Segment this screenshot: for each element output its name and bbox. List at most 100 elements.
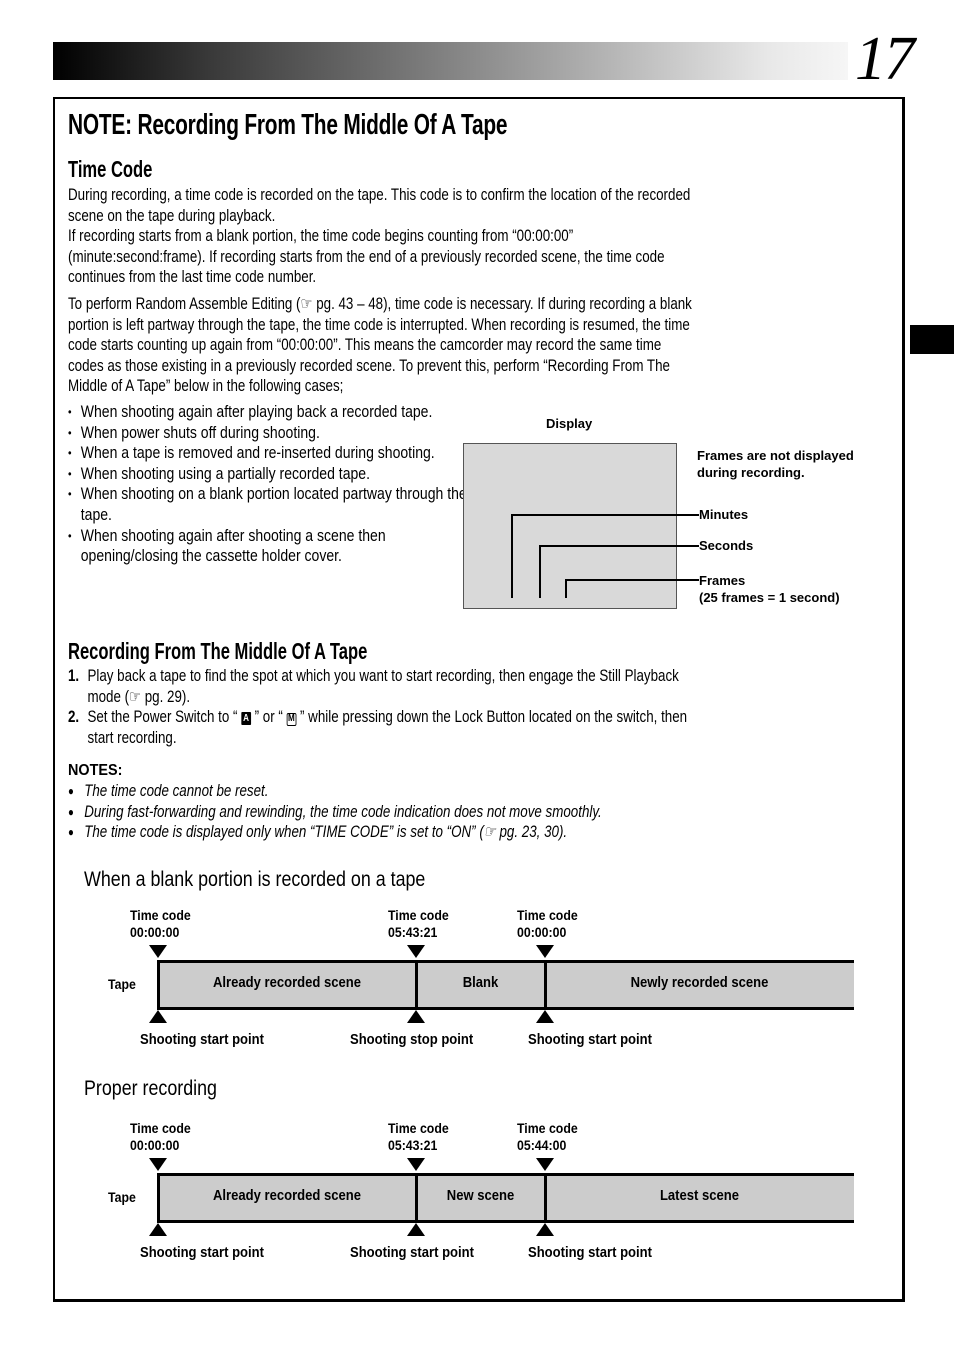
tape-label: Tape bbox=[108, 976, 136, 992]
marker-up-triangle-icon bbox=[149, 1010, 167, 1023]
time-code-label: Time code 05:43:21 bbox=[388, 907, 449, 941]
step-text: Set the Power Switch to “ bbox=[87, 708, 242, 727]
tape-label: Tape bbox=[108, 1189, 136, 1205]
note-text: The time code is displayed only when “TI… bbox=[84, 823, 484, 842]
note-text: The time code cannot be reset. bbox=[84, 782, 269, 800]
text-line: during recording. bbox=[697, 465, 805, 480]
section-tab-marker bbox=[910, 325, 954, 354]
bullet-icon: • bbox=[68, 446, 72, 461]
shooting-point-label: Shooting start point bbox=[350, 1245, 474, 1261]
time-code-value: 00:00:00 bbox=[517, 924, 567, 940]
list-item-text: When shooting on a blank portion located… bbox=[80, 485, 467, 524]
notes-list: ● The time code cannot be reset. ● During … bbox=[68, 781, 878, 843]
blank-diagram-title: When a blank portion is recorded on a ta… bbox=[84, 868, 426, 891]
page-title: NOTE: Recording From The Middle Of A Tap… bbox=[68, 109, 508, 141]
segment-divider bbox=[415, 1173, 418, 1223]
display-diagram-title: Display bbox=[546, 416, 593, 431]
step-number: 1. bbox=[68, 667, 80, 685]
list-item: • When shooting again after shooting a sc… bbox=[68, 526, 468, 567]
marker-up-triangle-icon bbox=[149, 1223, 167, 1236]
text-line: If recording starts from a blank portion… bbox=[68, 227, 574, 246]
minutes-label: Minutes bbox=[699, 507, 749, 522]
note-item: ● The time code cannot be reset. bbox=[68, 781, 878, 802]
time-code-label: Time code 05:44:00 bbox=[517, 1120, 578, 1154]
list-item: • When shooting on a blank portion locate… bbox=[68, 484, 468, 525]
list-item-text: When shooting using a partially recorded… bbox=[80, 464, 371, 483]
shooting-point-label: Shooting start point bbox=[140, 1245, 264, 1261]
list-item: • When a tape is removed and re-inserted … bbox=[68, 443, 468, 464]
tape-segment-label: Already recorded scene bbox=[213, 1188, 361, 1204]
time-code-value: 05:43:21 bbox=[388, 924, 438, 940]
bullet-icon: ● bbox=[68, 825, 74, 840]
cases-list: • When shooting again after playing back … bbox=[68, 402, 468, 567]
time-code-value: 05:43:21 bbox=[388, 1137, 438, 1153]
frames-leader-line bbox=[565, 579, 699, 581]
bullet-icon: • bbox=[68, 425, 72, 440]
bullet-icon: • bbox=[68, 466, 72, 481]
list-item-text: When power shuts off during shooting. bbox=[80, 423, 320, 442]
marker-up-triangle-icon bbox=[536, 1010, 554, 1023]
text-line: To perform Random Assemble Editing (☞ pg… bbox=[68, 294, 886, 315]
page-reference-icon: ☞ bbox=[483, 823, 496, 842]
step-text: start recording. bbox=[87, 728, 177, 747]
text-line: Frames are not displayed bbox=[697, 448, 854, 463]
time-code-heading: Time Code bbox=[68, 156, 153, 182]
bullet-icon: • bbox=[68, 528, 72, 543]
marker-down-triangle-icon bbox=[407, 945, 425, 958]
frames-leader-line-vertical bbox=[565, 579, 567, 598]
text-line: continues from the last time code number… bbox=[68, 268, 317, 287]
marker-down-triangle-icon bbox=[149, 1158, 167, 1171]
segment-divider bbox=[157, 960, 160, 1010]
list-item-text: When shooting again after shooting a sce… bbox=[80, 526, 386, 566]
auto-mode-icon: A bbox=[241, 712, 251, 726]
note-item: ● The time code is displayed only when “T… bbox=[68, 822, 878, 843]
time-code-paragraph-2: To perform Random Assemble Editing (☞ pg… bbox=[68, 294, 886, 397]
page-number: 17 bbox=[855, 25, 915, 93]
text-line: Frames bbox=[699, 573, 746, 588]
step-item: 2. Set the Power Switch to “ A ” or “ M ”… bbox=[68, 707, 886, 748]
time-code-label: Time code 00:00:00 bbox=[517, 907, 578, 941]
marker-down-triangle-icon bbox=[407, 1158, 425, 1171]
step-text: Play back a tape to find the spot at whi… bbox=[87, 667, 679, 685]
proper-diagram-title: Proper recording bbox=[84, 1077, 217, 1100]
time-code-paragraph-1: During recording, a time code is recorde… bbox=[68, 185, 886, 288]
segment-divider bbox=[157, 1173, 160, 1223]
step-number: 2. bbox=[68, 708, 80, 727]
text-line: Middle of A Tape” below in the following… bbox=[68, 377, 344, 396]
marker-down-triangle-icon bbox=[536, 1158, 554, 1171]
time-code-label: Time code 00:00:00 bbox=[130, 1120, 191, 1154]
step-text: mode ( bbox=[87, 687, 130, 706]
time-code-value: 05:44:00 bbox=[517, 1137, 567, 1153]
page-reference-icon: ☞ bbox=[129, 687, 142, 706]
step-text: ” or “ bbox=[250, 708, 287, 727]
time-code-caption: Time code bbox=[388, 907, 449, 923]
list-item: • When shooting again after playing back … bbox=[68, 402, 468, 423]
procedure-steps: 1. Play back a tape to find the spot at w… bbox=[68, 666, 886, 748]
seconds-label: Seconds bbox=[699, 538, 754, 553]
frames-note: Frames are not displayed during recordin… bbox=[697, 447, 854, 481]
text-line: (minute:second:frame). If recording star… bbox=[68, 247, 665, 266]
marker-up-triangle-icon bbox=[536, 1223, 554, 1236]
time-code-value: 00:00:00 bbox=[130, 1137, 180, 1153]
list-item: • When power shuts off during shooting. bbox=[68, 423, 468, 444]
page-reference-link[interactable]: pg. 43 – 48), time code is necessary. If… bbox=[312, 295, 692, 313]
frames-label: Frames (25 frames = 1 second) bbox=[699, 572, 840, 606]
page-reference-link[interactable]: pg. 29). bbox=[141, 688, 190, 706]
text-line: portion is left partway through the tape… bbox=[68, 315, 690, 334]
list-item: • When shooting using a partially recorde… bbox=[68, 464, 468, 485]
page-reference-link[interactable]: pg. 23, 30). bbox=[496, 823, 567, 841]
bullet-icon: ● bbox=[68, 804, 74, 819]
shooting-point-label: Shooting start point bbox=[528, 1245, 652, 1261]
bullet-icon: • bbox=[68, 487, 72, 502]
page-reference-icon: ☞ bbox=[300, 295, 313, 313]
text-line: During recording, a time code is recorde… bbox=[68, 186, 691, 204]
note-text: During fast-forwarding and rewinding, th… bbox=[84, 802, 602, 821]
display-screen-illustration bbox=[463, 443, 677, 609]
header-gradient-bar bbox=[53, 42, 848, 80]
seconds-leader-line-vertical bbox=[539, 545, 541, 598]
list-item-text: When a tape is removed and re-inserted d… bbox=[80, 444, 435, 463]
tape-segment-label: Latest scene bbox=[659, 1188, 740, 1204]
tape-segment-label: New scene bbox=[446, 1188, 515, 1204]
tape-segment-label: Already recorded scene bbox=[213, 975, 361, 991]
tape-segment-label: Newly recorded scene bbox=[630, 975, 769, 991]
